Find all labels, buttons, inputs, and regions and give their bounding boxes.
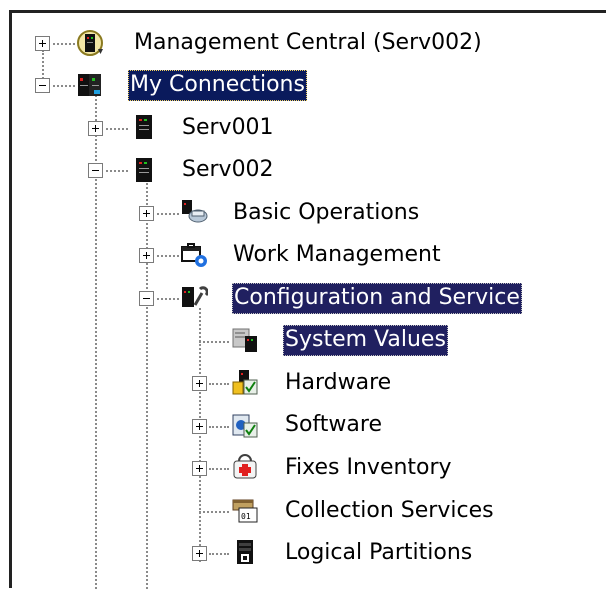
expand-toggle[interactable] [192,546,207,561]
collapse-toggle[interactable] [88,163,103,178]
expand-toggle[interactable] [35,36,50,51]
software-icon [232,414,258,438]
expand-toggle[interactable] [192,419,207,434]
tree-item-label[interactable]: Configuration and Service [232,283,522,314]
tree-item-label[interactable]: Software [283,410,384,441]
tree-line [209,383,229,385]
tree-line [157,255,179,257]
collapse-toggle[interactable] [139,291,154,306]
logical-partitions-icon [237,540,253,564]
tree-item-label[interactable]: Work Management [231,240,443,271]
management-central-icon [77,30,103,56]
fixes-inventory-icon [233,454,257,479]
svg-text:01: 01 [241,512,251,521]
collapse-toggle[interactable] [35,78,50,93]
expand-toggle[interactable] [139,248,154,263]
tree-item-label[interactable]: Fixes Inventory [283,453,454,484]
hardware-icon [232,370,258,395]
system-values-icon [232,328,257,352]
tree-line [199,341,229,343]
expand-toggle[interactable] [88,121,103,136]
tree-line [209,426,229,428]
server-icon [136,158,152,182]
tree-line [146,180,148,589]
tree-item-label[interactable]: Serv001 [180,113,276,144]
tree-line [53,85,75,87]
tree-line [209,553,229,555]
tree-item-label[interactable]: Collection Services [283,496,496,527]
basic-operations-icon [182,200,208,223]
tree-item-label[interactable]: System Values [283,325,448,356]
connections-icon [78,74,101,96]
tree-item-label[interactable]: My Connections [128,70,307,101]
expand-toggle[interactable] [192,461,207,476]
expand-toggle[interactable] [192,376,207,391]
expand-toggle[interactable] [139,206,154,221]
tree-line [157,213,179,215]
tree-line [199,308,201,562]
tree-line [199,511,229,513]
tree-item-label[interactable]: Hardware [283,368,393,399]
tree-item-label[interactable]: Logical Partitions [283,538,474,569]
tree-line [106,128,128,130]
tree-line [53,43,75,45]
tree-line [209,468,229,470]
configuration-service-icon [182,286,208,307]
tree-item-label[interactable]: Basic Operations [231,198,421,229]
navigation-tree: Management Central (Serv002) My Connecti… [0,0,607,589]
tree-item-label[interactable]: Serv002 [180,155,276,186]
tree-line [157,298,179,300]
tree-item-label[interactable]: Management Central (Serv002) [132,28,484,59]
server-icon [136,115,152,139]
tree-line [106,170,128,172]
collection-services-icon: 01 [232,499,258,523]
work-management-icon [181,243,207,267]
